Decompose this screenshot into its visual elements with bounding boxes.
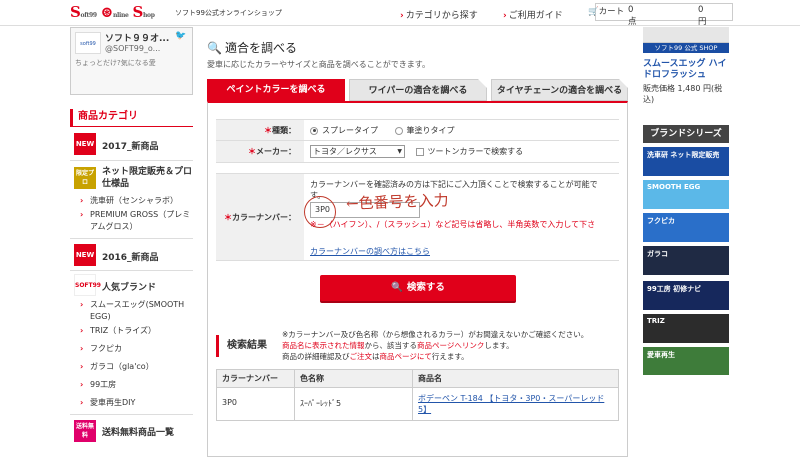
right-sidebar: ソフト99 公式 SHOP スムースエッグ ハイドロフラッシュ 販売価格 1,4…: [643, 27, 729, 375]
result-color-name: ｽｰﾊﾟｰﾚｯﾄﾞ5: [294, 387, 413, 421]
annotation-text: ←色番号を入力: [345, 191, 449, 213]
brush-type-label: 筆塗りタイプ: [406, 126, 455, 135]
category-sub-fukupika[interactable]: フクピカ: [70, 343, 193, 361]
chevron-right-icon: ›: [400, 11, 404, 21]
product-image[interactable]: [643, 27, 729, 43]
search-button[interactable]: 🔍 検索する: [320, 275, 516, 301]
brand-banner-99kobo[interactable]: 99工房 初修ナビ: [643, 281, 729, 310]
tab-paint-color[interactable]: ペイントカラーを調べる: [207, 79, 345, 101]
site-logo[interactable]: Soft99 ⊛nline Shop: [70, 3, 155, 21]
table-header-row: カラーナンバー 色名称 商品名: [216, 369, 619, 388]
spray-type-label: スプレータイプ: [322, 126, 378, 135]
color-number-help-link[interactable]: カラーナンバーの調べ方はこちら: [310, 246, 430, 257]
category-item-popular-brand[interactable]: SOFT99 人気ブランド: [70, 271, 193, 299]
brand-banner-glaco[interactable]: ガラコ: [643, 246, 729, 275]
search-icon: 🔍: [391, 282, 403, 293]
chevron-right-icon: ›: [503, 11, 507, 21]
column-header: 色名称: [294, 369, 413, 388]
spray-type-radio[interactable]: [310, 126, 318, 135]
logo-s-letter: S: [132, 3, 143, 21]
brand-banner-triz[interactable]: TRIZ: [643, 314, 729, 343]
category-item-free-shipping[interactable]: 送料無料 送料無料商品一覧: [70, 415, 193, 445]
type-row: ＊種類： スプレータイプ 筆塗りタイプ: [216, 119, 619, 141]
category-sub-smooth-egg[interactable]: スムースエッグ(SMOOTH EGG): [70, 299, 193, 325]
category-sub-senshalabo[interactable]: 洗車研（センシャラボ）: [70, 195, 193, 209]
brand-banner-smooth-egg[interactable]: SMOOTH EGG: [643, 180, 729, 209]
brand-banner-senshalabo[interactable]: 洗車研 ネット限定販売: [643, 147, 729, 176]
brush-type-radio[interactable]: [394, 126, 403, 135]
results-notes: ※カラーナンバー及び色名称（から想像されるカラー）がお間違えないかご確認ください…: [282, 330, 589, 361]
category-sub-99kobo[interactable]: 99工房: [70, 379, 193, 397]
category-sub-glaco[interactable]: ガラコ（gla'co）: [70, 361, 193, 379]
cart-total: 0円: [698, 5, 707, 27]
shop-name: ソフト99公式オンラインショップ: [175, 9, 282, 17]
free-shipping-badge: 送料無料: [74, 420, 96, 442]
cart-summary[interactable]: 🛒カート 0点 0円: [588, 5, 707, 27]
paint-color-panel: ＊種類： スプレータイプ 筆塗りタイプ ＊メーカー： トヨタ／レクサス ▼ ツート…: [207, 101, 628, 457]
color-number-note: ※－（ハイフン）、/（スラッシュ）など記号は省略し、半角英数で入力して下さ: [310, 220, 596, 229]
result-product-link[interactable]: ボデーペン T-184 【トヨタ・3P0・スーパーレッド 5】: [412, 387, 619, 421]
fit-tabs: ペイントカラーを調べる ワイパーの適合を調べる タイヤチェーンの適合を調べる: [207, 79, 628, 101]
logo-wheel-icon: ⊛: [100, 3, 114, 21]
new-badge: NEW: [74, 244, 96, 266]
cart-points: 0点: [628, 5, 637, 27]
product-shop-bar: ソフト99 公式 SHOP: [643, 43, 729, 53]
new-badge: NEW: [74, 133, 96, 155]
two-tone-checkbox[interactable]: [415, 147, 424, 156]
type-label: ＊種類：: [216, 120, 304, 140]
search-icon: 🔍: [207, 41, 222, 55]
avatar: soft99: [75, 32, 101, 54]
category-search-link[interactable]: › カテゴリから探す: [400, 8, 478, 21]
brand-banner-diy[interactable]: 愛車再生: [643, 347, 729, 375]
results-table: カラーナンバー 色名称 商品名 3P0 ｽｰﾊﾟｰﾚｯﾄﾞ5 ボデーペン T-1…: [216, 369, 619, 421]
soft99-logo-icon: SOFT99: [74, 274, 101, 296]
category-title: 商品カテゴリ: [70, 109, 193, 127]
twitter-handle: @SOFT99_o...: [105, 44, 161, 53]
left-sidebar: soft99 ソフト９９オ... 🐦 @SOFT99_o... ちょっとだけ?気…: [70, 27, 193, 445]
guide-link[interactable]: › ご利用ガイド: [503, 8, 563, 21]
tab-tire-chain[interactable]: タイヤチェーンの適合を調べる: [491, 79, 628, 101]
column-header: カラーナンバー: [216, 369, 295, 388]
category-item-2017-new[interactable]: NEW 2017_新商品: [70, 127, 193, 161]
twitter-bird-icon: 🐦: [175, 31, 187, 41]
limited-badge: 限定プロ: [74, 167, 96, 189]
chevron-down-icon: ▼: [397, 148, 402, 155]
maker-label: ＊メーカー：: [216, 141, 304, 162]
category-sub-premium-gross[interactable]: PREMIUM GROSS（プレミアムグロス）: [70, 209, 193, 239]
category-item-net-limited[interactable]: 限定プロ ネット限定販売＆プロ仕様品: [70, 161, 193, 195]
color-number-row: ＊カラーナンバー： カラーナンバーを確認済みの方は下記にご入力頂くことで検索する…: [216, 173, 619, 261]
category-sub-triz[interactable]: TRIZ（トライズ）: [70, 325, 193, 343]
page-title: 🔍 適合を調べる: [207, 41, 297, 55]
category-sub-diy[interactable]: 愛車再生DIY: [70, 397, 193, 415]
maker-row: ＊メーカー： トヨタ／レクサス ▼ ツートンカラーで検索する: [216, 141, 619, 163]
two-tone-label: ツートンカラーで検索する: [427, 147, 524, 156]
twitter-text: ちょっとだけ?気になる愛: [75, 59, 156, 67]
twitter-name: ソフト９９オ...: [105, 34, 170, 44]
category-item-2016-new[interactable]: NEW 2016_新商品: [70, 239, 193, 271]
results-title: 検索結果: [216, 335, 267, 357]
color-number-desc: カラーナンバーを確認済みの方は下記にご入力頂くことで検索することが可能で: [310, 180, 598, 189]
brand-series-title: ブランドシリーズ: [643, 125, 729, 143]
table-row: 3P0 ｽｰﾊﾟｰﾚｯﾄﾞ5 ボデーペン T-184 【トヨタ・3P0・スーパー…: [216, 387, 619, 421]
site-header: Soft99 ⊛nline Shop ソフト99公式オンラインショップ › カテゴ…: [0, 0, 800, 27]
result-code: 3P0: [216, 387, 295, 421]
product-name[interactable]: スムースエッグ ハイドロフラッシュ: [643, 59, 729, 81]
tab-wiper[interactable]: ワイパーの適合を調べる: [349, 79, 487, 101]
column-header: 商品名: [412, 369, 619, 388]
cart-icon: 🛒: [588, 7, 599, 17]
page-description: 愛車に応じたカラーやサイズと商品を調べることができます。: [207, 60, 430, 69]
color-number-label: ＊カラーナンバー：: [216, 174, 304, 260]
brand-banner-fukupika[interactable]: フクピカ: [643, 213, 729, 242]
twitter-widget[interactable]: soft99 ソフト９９オ... 🐦 @SOFT99_o... ちょっとだけ?気…: [70, 27, 193, 95]
maker-select[interactable]: トヨタ／レクサス ▼: [310, 145, 405, 158]
product-price: 販売価格 1,480 円(税込): [643, 84, 723, 104]
